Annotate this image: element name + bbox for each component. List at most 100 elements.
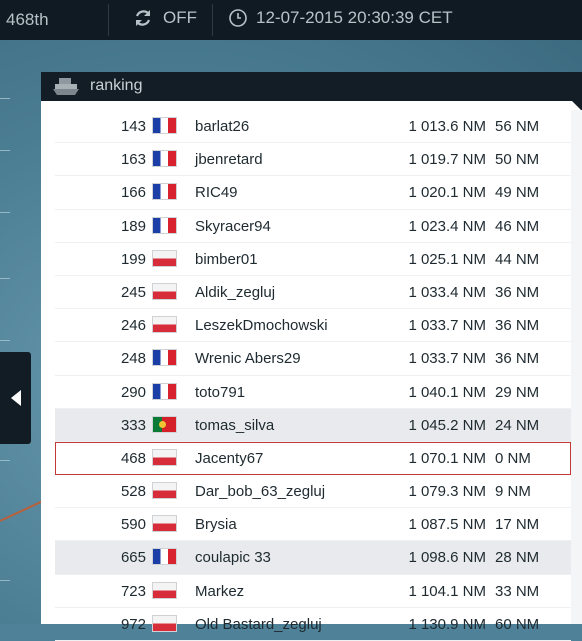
boat-route-line [0,498,46,522]
flag-fr-icon [153,350,176,366]
flag-pl-icon [153,449,176,465]
map-gridline [0,150,10,151]
distance-gap: 46 NM [495,217,540,235]
distance-to-finish: 1 079.3 NM [408,483,486,501]
flag-fr-icon [153,151,176,167]
ranking-row[interactable]: 590 Brysia 1 087.5 NM 17 NM [55,508,571,542]
map-gridline [0,340,10,341]
distance-to-finish: 1 025.1 NM [408,250,486,268]
distance-to-finish: 1 013.6 NM [408,118,486,135]
distance-gap: 9 NM [495,483,531,501]
map-gridline [0,278,10,279]
ranking-row[interactable]: 166 RIC49 1 020.1 NM 49 NM [55,176,571,210]
flag-pl-icon [153,317,176,333]
divider [108,4,109,36]
ranking-position: 163 [120,151,146,169]
ranking-row[interactable]: 189 Skyracer94 1 023.4 NM 46 NM [55,210,571,243]
status-bar: 468th OFF 12-07-2015 20:30:39 CET [0,0,582,40]
distance-gap: 17 NM [495,516,540,534]
distance-gap: 44 NM [495,250,540,268]
ranking-row[interactable]: 245 Aldik_zegluj 1 033.4 NM 36 NM [55,276,571,310]
distance-gap: 29 NM [495,383,540,401]
ranking-position: 143 [120,118,146,135]
ranking-row[interactable]: 248 Wrenic Abers29 1 033.7 NM 36 NM [55,342,571,376]
player-name: Dar_bob_63_zegluj [195,483,326,501]
player-name: Old Bastard_zegluj [195,615,322,633]
ranking-position: 245 [120,283,146,301]
ranking-position: 189 [120,217,146,235]
distance-to-finish: 1 020.1 NM [408,184,486,202]
ranking-position: 333 [120,416,146,434]
ranking-list[interactable]: 143 barlat26 1 013.6 NM 56 NM 163 jbenretard 1… [55,110,571,641]
flag-fr-icon [153,549,176,565]
ranking-row[interactable]: 972 Old Bastard_zegluj 1 130.9 NM 60 NM [55,608,571,641]
datetime-text: 12-07-2015 20:30:39 CET [256,8,453,27]
flag-fr-icon [153,217,176,233]
map-gridline [0,460,10,461]
distance-gap: 28 NM [495,549,540,567]
ranking-row[interactable]: 246 LeszekDmochowski 1 033.7 NM 36 NM [55,309,571,343]
sync-toggle[interactable]: OFF [133,8,197,28]
ranking-position: 972 [120,615,146,633]
ranking-row[interactable]: 333 tomas_silva 1 045.2 NM 24 NM [55,408,571,442]
distance-to-finish: 1 033.4 NM [408,283,486,301]
player-name: jbenretard [195,151,263,169]
flag-pl-icon [153,516,176,532]
distance-gap: 50 NM [495,151,540,169]
ranking-row[interactable]: 723 Markez 1 104.1 NM 33 NM [55,575,571,608]
flag-fr-icon [153,118,176,133]
player-name: Wrenic Abers29 [195,350,301,368]
boat-icon [53,78,79,95]
distance-gap: 49 NM [495,184,540,202]
player-rank: 468th [6,10,49,29]
ranking-position: 246 [120,317,146,335]
flag-pl-icon [153,483,176,499]
distance-gap: 36 NM [495,317,540,335]
sync-status: OFF [163,8,197,27]
ranking-row-current-player[interactable]: 468 Jacenty67 1 070.1 NM 0 NM [55,441,571,476]
divider [212,4,213,36]
distance-to-finish: 1 033.7 NM [408,350,486,368]
distance-to-finish: 1 045.2 NM [408,416,486,434]
ranking-row[interactable]: 665 coulapic 33 1 098.6 NM 28 NM [55,541,571,575]
ranking-row[interactable]: 163 jbenretard 1 019.7 NM 50 NM [55,143,571,177]
ranking-panel-title: ranking [90,77,143,94]
player-name: Markez [195,582,245,600]
ranking-position: 199 [120,250,146,268]
distance-gap: 24 NM [495,416,540,434]
ranking-row[interactable]: 143 barlat26 1 013.6 NM 56 NM [55,110,571,144]
ranking-position: 590 [120,516,146,534]
ranking-position: 468 [120,449,146,467]
distance-to-finish: 1 104.1 NM [408,582,486,600]
map-gridline [0,212,10,213]
player-name: Jacenty67 [195,449,264,467]
distance-gap: 56 NM [495,118,540,135]
ranking-position: 528 [120,483,146,501]
player-name: toto791 [195,383,246,401]
player-name: Aldik_zegluj [195,283,276,301]
scrollbar-track[interactable] [571,110,582,624]
ranking-position: 723 [120,582,146,600]
player-name: barlat26 [195,118,250,135]
ranking-position: 665 [120,549,146,567]
flag-fr-icon [153,184,176,200]
distance-gap: 36 NM [495,283,540,301]
distance-gap: 60 NM [495,615,540,633]
map-gridline [0,580,10,581]
ranking-row[interactable]: 528 Dar_bob_63_zegluj 1 079.3 NM 9 NM [55,475,571,509]
ranking-position: 290 [120,383,146,401]
map-gridline [0,98,10,99]
ranking-row[interactable]: 290 toto791 1 040.1 NM 29 NM [55,376,571,409]
ranking-position: 166 [120,184,146,202]
flag-pl-icon [153,283,176,299]
distance-gap: 0 NM [495,449,531,467]
player-name: Skyracer94 [195,217,271,235]
distance-to-finish: 1 070.1 NM [408,449,486,467]
flag-fr-icon [153,383,176,399]
distance-to-finish: 1 098.6 NM [408,549,486,567]
distance-gap: 33 NM [495,582,540,600]
collapse-panel-button[interactable] [0,352,31,444]
ranking-row[interactable]: 199 bimber01 1 025.1 NM 44 NM [55,243,571,276]
player-name: coulapic 33 [195,549,271,567]
flag-pl-icon [153,250,176,266]
